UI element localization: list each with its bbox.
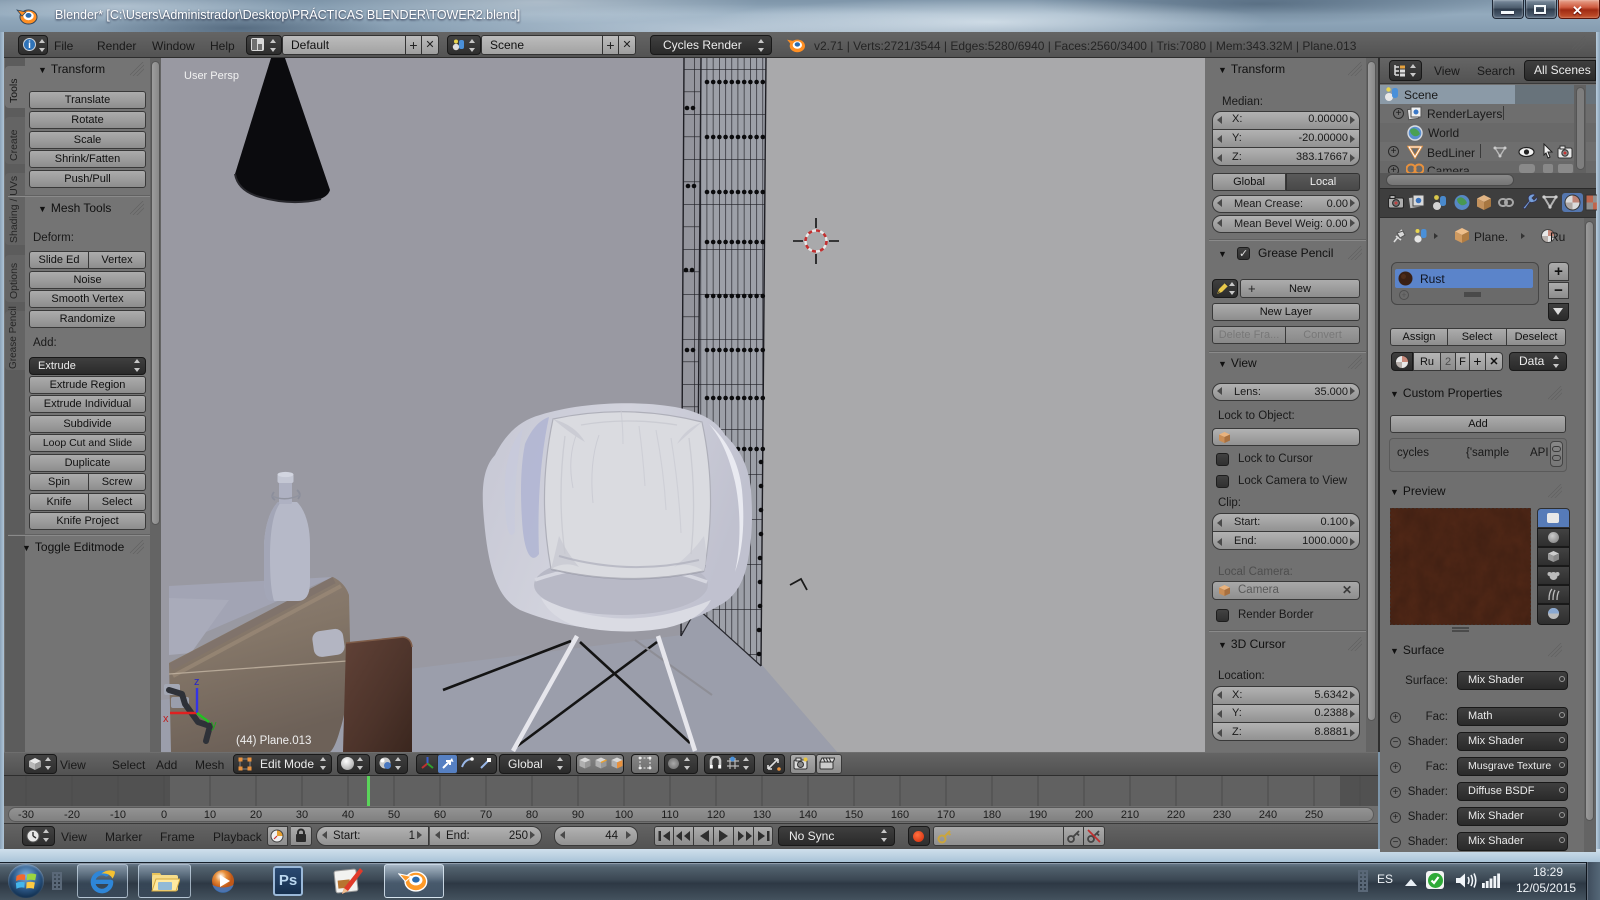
svg-text:130: 130 — [753, 809, 771, 821]
svg-text:60: 60 — [434, 809, 446, 821]
svg-text:200: 200 — [1075, 809, 1093, 821]
svg-text:100: 100 — [615, 809, 633, 821]
svg-text:150: 150 — [845, 809, 863, 821]
svg-text:240: 240 — [1259, 809, 1277, 821]
svg-text:40: 40 — [342, 809, 354, 821]
svg-text:x: x — [163, 713, 169, 725]
svg-text:20: 20 — [250, 809, 262, 821]
svg-text:30: 30 — [296, 809, 308, 821]
svg-text:170: 170 — [937, 809, 955, 821]
svg-text:210: 210 — [1121, 809, 1139, 821]
svg-text:z: z — [194, 676, 200, 688]
svg-text:120: 120 — [707, 809, 725, 821]
svg-text:-10: -10 — [110, 809, 126, 821]
svg-text:230: 230 — [1213, 809, 1231, 821]
svg-text:160: 160 — [891, 809, 909, 821]
svg-text:(44) Plane.013: (44) Plane.013 — [236, 735, 311, 747]
svg-text:10: 10 — [204, 809, 216, 821]
svg-text:y: y — [211, 719, 217, 731]
svg-text:180: 180 — [983, 809, 1001, 821]
svg-text:-30: -30 — [18, 809, 34, 821]
svg-text:140: 140 — [799, 809, 817, 821]
svg-text:110: 110 — [661, 809, 679, 821]
svg-text:0: 0 — [161, 809, 167, 821]
svg-text:190: 190 — [1029, 809, 1047, 821]
svg-text:250: 250 — [1305, 809, 1323, 821]
svg-text:-20: -20 — [64, 809, 80, 821]
svg-text:70: 70 — [480, 809, 492, 821]
svg-text:User Persp: User Persp — [184, 70, 239, 82]
svg-text:90: 90 — [572, 809, 584, 821]
svg-text:220: 220 — [1167, 809, 1185, 821]
svg-text:50: 50 — [388, 809, 400, 821]
svg-text:80: 80 — [526, 809, 538, 821]
